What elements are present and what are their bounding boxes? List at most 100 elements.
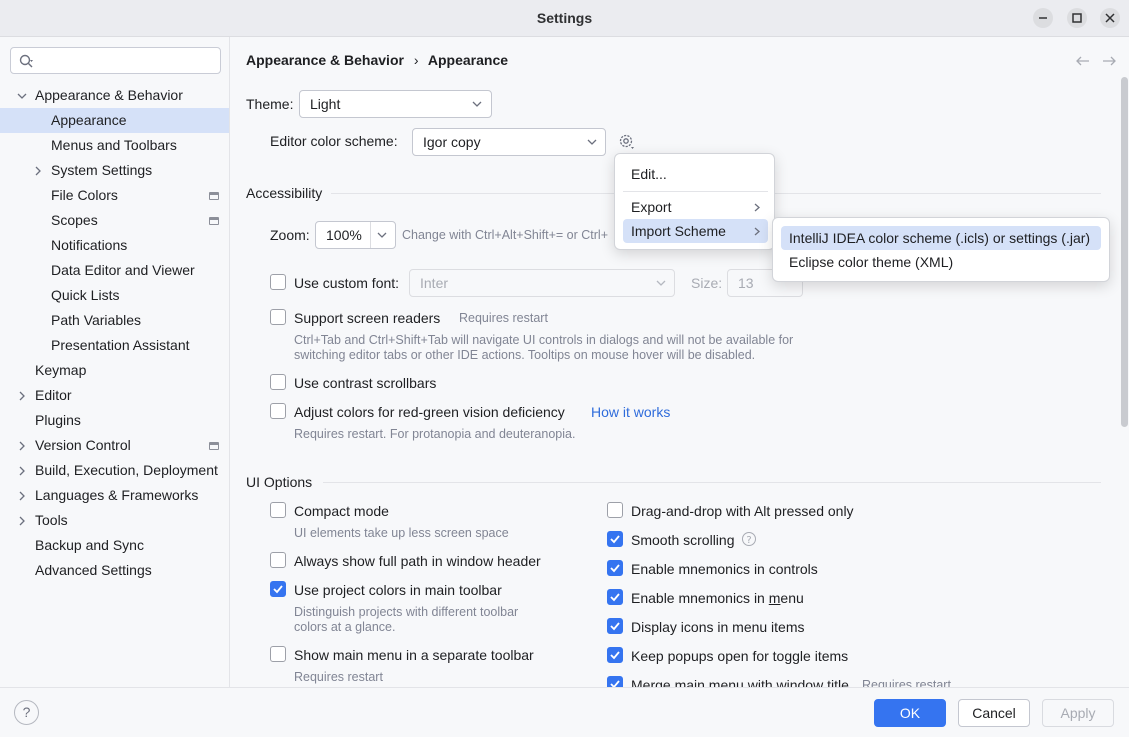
sidebar-item-appearance[interactable]: Appearance bbox=[0, 108, 229, 133]
drag-drop-alt-checkbox[interactable] bbox=[607, 502, 623, 518]
minimize-button[interactable] bbox=[1033, 8, 1053, 28]
project-colors-checkbox[interactable] bbox=[270, 581, 286, 597]
contrast-scrollbars-checkbox[interactable] bbox=[270, 374, 286, 390]
sidebar-item-languages-frameworks[interactable]: Languages & Frameworks bbox=[0, 483, 229, 508]
custom-font-checkbox[interactable] bbox=[270, 274, 286, 290]
how-it-works-link[interactable]: How it works bbox=[591, 404, 670, 420]
keep-popups-checkbox[interactable] bbox=[607, 647, 623, 663]
sidebar-item-appearance-behavior[interactable]: Appearance & Behavior bbox=[0, 83, 229, 108]
theme-value: Light bbox=[310, 96, 341, 112]
sidebar-item-file-colors[interactable]: File Colors bbox=[0, 183, 229, 208]
screen-readers-restart-hint: Requires restart bbox=[459, 311, 548, 325]
sidebar-item-menus-and-toolbars[interactable]: Menus and Toolbars bbox=[0, 133, 229, 158]
chevron-right-icon[interactable] bbox=[17, 516, 27, 526]
search-input[interactable] bbox=[10, 47, 221, 74]
mnemonics-controls-label: Enable mnemonics in controls bbox=[631, 561, 818, 577]
forward-arrow-icon[interactable] bbox=[1102, 56, 1116, 66]
sidebar-item-label: Languages & Frameworks bbox=[35, 487, 199, 503]
sidebar-item-editor[interactable]: Editor bbox=[0, 383, 229, 408]
full-path-checkbox[interactable] bbox=[270, 552, 286, 568]
theme-dropdown[interactable]: Light bbox=[299, 90, 492, 118]
sidebar-item-path-variables[interactable]: Path Variables bbox=[0, 308, 229, 333]
main-menu-toolbar-checkbox[interactable] bbox=[270, 646, 286, 662]
project-level-icon bbox=[209, 192, 219, 200]
chevron-right-icon[interactable] bbox=[17, 491, 27, 501]
menu-item-import-scheme-label: Import Scheme bbox=[631, 223, 726, 239]
project-colors-label: Use project colors in main toolbar bbox=[294, 582, 502, 598]
smooth-scrolling-checkbox[interactable] bbox=[607, 531, 623, 547]
chevron-right-icon[interactable] bbox=[17, 391, 27, 401]
sidebar-item-presentation-assistant[interactable]: Presentation Assistant bbox=[0, 333, 229, 358]
sidebar-item-keymap[interactable]: Keymap bbox=[0, 358, 229, 383]
maximize-icon bbox=[1072, 13, 1082, 23]
chevron-right-icon[interactable] bbox=[17, 466, 27, 476]
checkmark-icon bbox=[610, 651, 620, 660]
sidebar-item-backup-and-sync[interactable]: Backup and Sync bbox=[0, 533, 229, 558]
checkmark-icon bbox=[610, 535, 620, 544]
editor-scheme-dropdown[interactable]: Igor copy bbox=[412, 128, 606, 156]
custom-font-dropdown[interactable]: Inter bbox=[409, 269, 675, 297]
zoom-combobox[interactable]: 100% bbox=[315, 221, 396, 249]
sidebar-item-build-execution-deployment[interactable]: Build, Execution, Deployment bbox=[0, 458, 229, 483]
red-green-hint: Requires restart. For protanopia and deu… bbox=[294, 427, 576, 441]
search-icon bbox=[19, 54, 33, 68]
sidebar-item-quick-lists[interactable]: Quick Lists bbox=[0, 283, 229, 308]
menu-item-export[interactable]: Export bbox=[623, 195, 768, 219]
apply-button[interactable]: Apply bbox=[1042, 699, 1114, 727]
menu-item-edit[interactable]: Edit... bbox=[623, 162, 768, 186]
ui-options-section-title: UI Options bbox=[246, 474, 313, 490]
merge-main-menu-label: Merge main menu with window title bbox=[631, 677, 849, 687]
sidebar-item-advanced-settings[interactable]: Advanced Settings bbox=[0, 558, 229, 583]
red-green-checkbox[interactable] bbox=[270, 403, 286, 419]
window-title: Settings bbox=[536, 10, 593, 26]
chevron-right-icon bbox=[754, 203, 760, 212]
gear-popup-menu: Edit... Export Import Scheme bbox=[614, 153, 775, 250]
menu-icons-label: Display icons in menu items bbox=[631, 619, 805, 635]
maximize-button[interactable] bbox=[1067, 8, 1087, 28]
project-colors-hint-2: colors at a glance. bbox=[294, 620, 396, 634]
chevron-right-icon[interactable] bbox=[17, 441, 27, 451]
custom-font-value: Inter bbox=[420, 275, 449, 291]
sidebar-item-version-control[interactable]: Version Control bbox=[0, 433, 229, 458]
chevron-down-icon bbox=[587, 139, 597, 145]
editor-scheme-value: Igor copy bbox=[423, 134, 481, 150]
menu-item-import-eclipse[interactable]: Eclipse color theme (XML) bbox=[781, 250, 1101, 274]
size-value: 13 bbox=[738, 275, 754, 291]
settings-content: Appearance & Behavior › Appearance Theme… bbox=[231, 37, 1129, 687]
sidebar-item-data-editor-and-viewer[interactable]: Data Editor and Viewer bbox=[0, 258, 229, 283]
drag-drop-alt-label: Drag-and-drop with Alt pressed only bbox=[631, 503, 854, 519]
menu-item-export-label: Export bbox=[631, 199, 672, 215]
chevron-right-icon[interactable] bbox=[33, 166, 43, 176]
menu-item-import-icls[interactable]: IntelliJ IDEA color scheme (.icls) or se… bbox=[781, 226, 1101, 250]
cancel-button[interactable]: Cancel bbox=[958, 699, 1030, 727]
checkmark-icon bbox=[273, 585, 283, 594]
mnemonics-menu-checkbox[interactable] bbox=[607, 589, 623, 605]
sidebar-item-system-settings[interactable]: System Settings bbox=[0, 158, 229, 183]
sidebar-item-plugins[interactable]: Plugins bbox=[0, 408, 229, 433]
mnemonics-controls-checkbox[interactable] bbox=[607, 560, 623, 576]
breadcrumb-current: Appearance bbox=[427, 52, 509, 68]
screen-readers-checkbox[interactable] bbox=[270, 309, 286, 325]
sidebar-item-notifications[interactable]: Notifications bbox=[0, 233, 229, 258]
menu-item-import-scheme[interactable]: Import Scheme bbox=[623, 219, 768, 243]
menu-icons-checkbox[interactable] bbox=[607, 618, 623, 634]
back-arrow-icon[interactable] bbox=[1076, 56, 1090, 66]
help-button[interactable]: ? bbox=[14, 700, 39, 725]
gear-icon[interactable] bbox=[618, 133, 636, 151]
sidebar-item-tools[interactable]: Tools bbox=[0, 508, 229, 533]
ok-button[interactable]: OK bbox=[874, 699, 946, 727]
compact-mode-checkbox[interactable] bbox=[270, 502, 286, 518]
chevron-down-icon[interactable] bbox=[17, 91, 27, 101]
sidebar-item-label: Scopes bbox=[51, 212, 98, 228]
help-tooltip-icon[interactable]: ? bbox=[741, 531, 757, 547]
sidebar-item-label: Quick Lists bbox=[51, 287, 120, 303]
sidebar-item-label: Plugins bbox=[35, 412, 81, 428]
merge-main-menu-checkbox[interactable] bbox=[607, 676, 623, 687]
sidebar-item-scopes[interactable]: Scopes bbox=[0, 208, 229, 233]
vertical-scrollbar[interactable] bbox=[1121, 77, 1128, 427]
sidebar-item-label: Build, Execution, Deployment bbox=[35, 462, 218, 478]
breadcrumb-parent[interactable]: Appearance & Behavior bbox=[246, 52, 404, 68]
contrast-scrollbars-label: Use contrast scrollbars bbox=[294, 375, 437, 391]
main-menu-toolbar-label: Show main menu in a separate toolbar bbox=[294, 647, 534, 663]
close-button[interactable] bbox=[1100, 8, 1120, 28]
